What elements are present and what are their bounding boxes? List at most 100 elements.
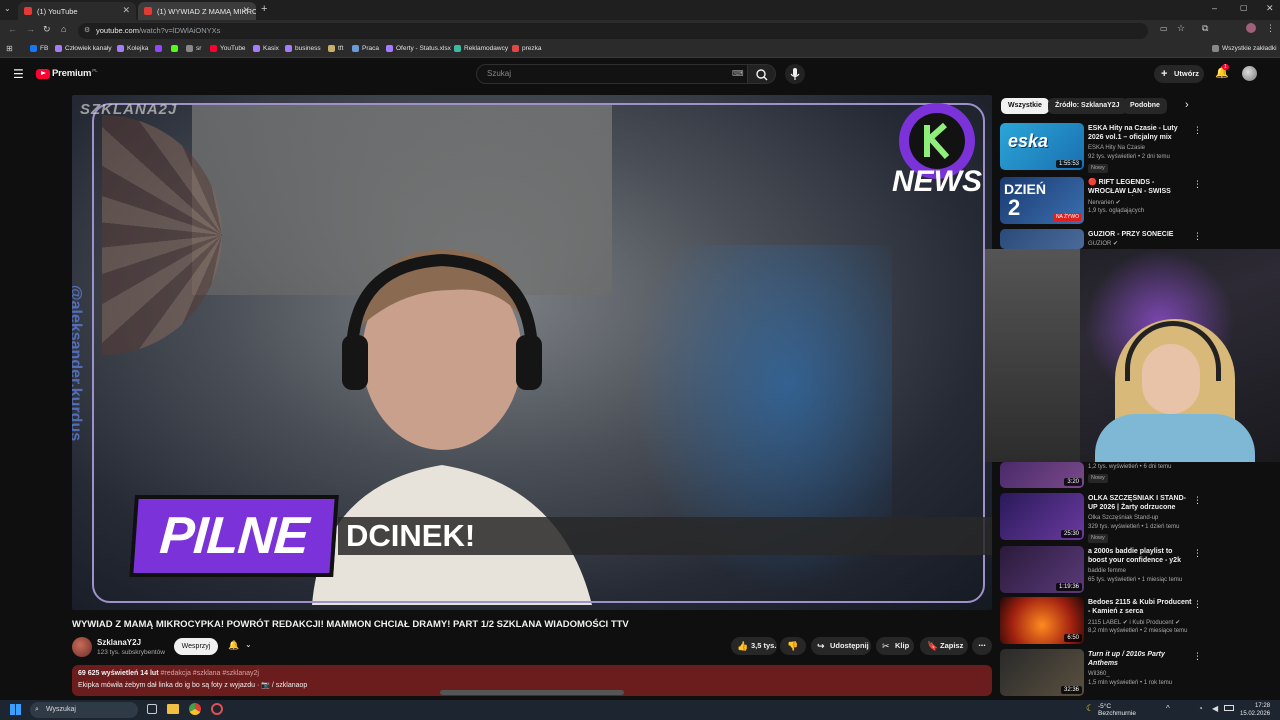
tab-youtube[interactable]: (1) YouTube ✕ [18, 2, 136, 20]
all-bookmarks[interactable]: Wszystkie zakładki [1212, 45, 1277, 52]
wifi-icon[interactable]: ◔ [1198, 704, 1203, 713]
taskbar-search[interactable]: ⌕ Wyszukaj [30, 702, 138, 718]
more-vertical-icon[interactable]: ⋮ [1193, 495, 1202, 506]
windows-start-icon[interactable] [10, 704, 21, 715]
close-tab-icon[interactable]: ✕ [122, 5, 130, 16]
rec-channel[interactable]: 2115 LABEL ✔ i Kubi Producent ✔ [1088, 619, 1180, 626]
more-vertical-icon[interactable]: ⋮ [1193, 231, 1202, 242]
new-tab-button[interactable]: + [261, 3, 267, 15]
extensions-icon[interactable]: ⧉ [1202, 23, 1208, 34]
rec-channel[interactable]: Wil360_ [1088, 671, 1110, 677]
rec-channel[interactable]: Nervarien ✔ [1088, 199, 1121, 206]
more-vertical-icon[interactable]: ⋮ [1193, 651, 1202, 662]
more-vertical-icon[interactable]: ⋮ [1193, 548, 1202, 559]
create-button[interactable]: + Utwórz [1154, 65, 1204, 83]
bookmark-kick[interactable] [171, 45, 181, 52]
dislike-button[interactable]: 👎 [780, 637, 806, 655]
rec-channel[interactable]: GUZIOR ✔ [1088, 240, 1118, 247]
chrome-icon[interactable] [189, 703, 201, 715]
more-actions-button[interactable]: ⋯ [972, 637, 992, 655]
task-view-icon[interactable] [147, 704, 157, 714]
video-thumbnail[interactable]: DZIEŃ 2 NA ŻYWO [1000, 177, 1084, 224]
account-avatar[interactable] [1242, 66, 1257, 81]
bookmark-oferty[interactable]: Oferty - Status.xlsx [386, 45, 451, 52]
address-bar[interactable]: ⚙ youtube.com/watch?v=lDWlAiONYXs [78, 23, 1148, 39]
video-thumbnail[interactable] [1000, 229, 1084, 249]
search-button[interactable] [748, 64, 776, 84]
bookmark-twitch[interactable] [155, 45, 165, 52]
save-button[interactable]: 🔖 Zapisz [920, 637, 968, 655]
bookmark-star-icon[interactable]: ☆ [1177, 23, 1185, 34]
recommendation-item[interactable]: DZIEŃ 2 NA ŻYWO 🔴 RIFT LEGENDS - WROCŁAW… [1000, 177, 1280, 227]
video-thumbnail[interactable]: 6:50 [1000, 597, 1084, 644]
bookmark-business[interactable]: business [285, 45, 321, 52]
weather-widget[interactable]: -5°C Bezchmurnie [1098, 703, 1136, 717]
chevron-right-icon[interactable]: › [1185, 99, 1189, 111]
volume-icon[interactable]: ◀ [1212, 704, 1218, 713]
share-button[interactable]: ↪ Udostępnij [811, 637, 871, 655]
system-clock[interactable]: 17:28 15.02.2026 [1240, 702, 1270, 718]
chip-related[interactable]: Podobne [1123, 98, 1167, 114]
rec-channel[interactable]: ESKA Hity Na Czasie [1088, 145, 1145, 151]
file-explorer-icon[interactable] [167, 704, 179, 714]
bookmark-tft[interactable]: tft [328, 45, 343, 52]
close-tab-icon[interactable]: ✕ [242, 5, 250, 16]
bookmark-prezka[interactable]: prezka [512, 45, 542, 52]
browser-menu-icon[interactable]: ⋮ [1266, 23, 1275, 34]
video-thumbnail[interactable]: 32:36 [1000, 649, 1084, 696]
tab-watch[interactable]: (1) WYWIAD Z MAMĄ MIKROC ✕ [138, 2, 256, 20]
app-icon[interactable] [211, 703, 223, 715]
recommendation-item[interactable]: 25:30 OLKA SZCZĘŚNIAK I STAND-UP 2026 | … [1000, 493, 1280, 543]
chip-source[interactable]: Źródło: SzklanaY2J [1048, 98, 1127, 114]
rec-channel[interactable]: baddie femme [1088, 568, 1126, 574]
hamburger-menu-icon[interactable]: ☰ [13, 67, 24, 81]
video-thumbnail[interactable]: 1:19:36 [1000, 546, 1084, 593]
bookmark-sr[interactable]: sr [186, 45, 201, 52]
bookmark-youtube[interactable]: YouTube [210, 45, 246, 52]
bookmark-czlowiek-kanaly[interactable]: Człowiek kanały [55, 45, 112, 52]
recommendation-item[interactable]: 6:50 Bedoes 2115 & Kubi Producent - Kami… [1000, 597, 1280, 647]
bookmark-praca[interactable]: Praca [352, 45, 379, 52]
recommendation-item[interactable]: GUZIOR - PRZY SONECIE GUZIOR ✔ ⋮ [1000, 229, 1280, 249]
minimize-button[interactable]: – [1212, 3, 1217, 13]
site-info-icon[interactable]: ⚙ [84, 23, 90, 39]
maximize-button[interactable]: ▢ [1240, 3, 1248, 12]
profile-icon[interactable] [1246, 23, 1256, 33]
rec-channel[interactable]: Olka Szczęśniak Stand-up [1088, 515, 1158, 521]
like-button[interactable]: 👍 3,5 tys. [731, 637, 777, 655]
horizontal-scrollbar[interactable] [440, 690, 624, 695]
support-button[interactable]: Wesprzyj [174, 638, 218, 655]
more-vertical-icon[interactable]: ⋮ [1193, 125, 1202, 136]
bookmark-reklamodawcy[interactable]: Reklamodawcy [454, 45, 508, 52]
reload-icon[interactable]: ↻ [43, 24, 51, 35]
tray-chevron-icon[interactable]: ^ [1166, 704, 1170, 713]
video-thumbnail[interactable]: 25:30 [1000, 493, 1084, 540]
bookmark-fb[interactable]: FB [30, 45, 48, 52]
channel-name[interactable]: SzklanaY2J [97, 638, 141, 647]
search-input[interactable]: Szukaj ⌨ [476, 64, 748, 84]
video-thumbnail[interactable]: 3:20 [1000, 462, 1084, 488]
bookmark-kolejka[interactable]: Kolejka [117, 45, 148, 52]
chip-all[interactable]: Wszystkie [1001, 98, 1049, 114]
battery-icon[interactable] [1224, 705, 1234, 711]
bookmark-kasix[interactable]: Kasix [253, 45, 279, 52]
hashtags[interactable]: #redakcja #szklana #szklanay2j [161, 670, 259, 677]
recommendation-item[interactable]: 1:19:36 a 2000s baddie playlist to boost… [1000, 546, 1280, 596]
more-vertical-icon[interactable]: ⋮ [1193, 599, 1202, 610]
tab-list-icon[interactable]: ⌄ [4, 4, 11, 13]
video-thumbnail[interactable]: eska 1:55:53 [1000, 123, 1084, 170]
recommendation-item[interactable]: 32:36 Turn it up / 2010s Party Anthems W… [1000, 649, 1280, 699]
install-icon[interactable]: ▭ [1160, 24, 1168, 33]
channel-avatar[interactable] [72, 637, 92, 657]
home-icon[interactable]: ⌂ [61, 24, 66, 34]
subscription-bell-button[interactable]: 🔔 ⌄ [222, 638, 258, 655]
video-player[interactable]: SZKLANA2J @aleksander.kurdus NEWS PILNE … [72, 95, 992, 610]
youtube-logo[interactable]: Premium PL [36, 68, 98, 79]
clip-button[interactable]: ✂ Klip [876, 637, 914, 655]
close-window-button[interactable]: ✕ [1266, 3, 1274, 14]
back-icon[interactable]: ← [8, 24, 17, 34]
recommendation-item[interactable]: eska 1:55:53 ESKA Hity na Czasie - Luty … [1000, 123, 1280, 173]
keyboard-icon[interactable]: ⌨ [732, 65, 744, 83]
recommendation-item[interactable]: 3:20 1,2 tys. wyświetleń • 6 dni temu No… [1000, 462, 1280, 490]
voice-search-button[interactable] [785, 64, 805, 84]
